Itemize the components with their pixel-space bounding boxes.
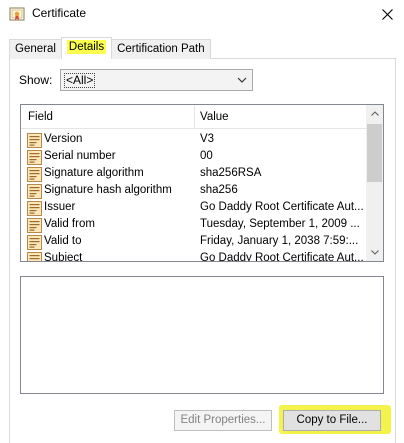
list-rows: Version V3 Serial number 00 Signature algori…: [21, 132, 366, 262]
list-item[interactable]: Valid from Tuesday, September 1, 2009 ...: [21, 217, 366, 234]
certificate-field-icon: [27, 235, 42, 250]
field-value: sha256: [200, 184, 238, 196]
field-name: Subject: [44, 252, 83, 262]
tab-general[interactable]: General: [9, 39, 62, 59]
edit-properties-button[interactable]: Edit Properties...: [174, 410, 272, 431]
list-item[interactable]: Signature algorithm sha256RSA: [21, 166, 366, 183]
chevron-down-icon: [237, 77, 247, 83]
list-item[interactable]: Valid to Friday, January 1, 2038 7:59:...: [21, 234, 366, 251]
chevron-up-icon: [370, 111, 379, 116]
certificate-field-icon: [27, 184, 42, 199]
certificate-field-icon: [27, 167, 42, 182]
tab-details[interactable]: Details: [60, 37, 113, 59]
vertical-scrollbar[interactable]: [366, 105, 383, 261]
list-item[interactable]: Serial number 00: [21, 149, 366, 166]
scroll-down-button[interactable]: [366, 244, 383, 261]
field-name: Valid to: [44, 235, 82, 247]
list-item[interactable]: Issuer Go Daddy Root Certificate Aut...: [21, 200, 366, 217]
field-value: sha256RSA: [200, 167, 262, 179]
certificate-icon: [9, 6, 25, 22]
field-value: Friday, January 1, 2038 7:59:...: [200, 235, 359, 247]
field-name: Version: [44, 133, 83, 145]
tab-label: Certification Path: [117, 43, 205, 55]
field-name: Signature algorithm: [44, 167, 144, 179]
field-name: Issuer: [44, 201, 76, 213]
window-title: Certificate: [32, 6, 87, 20]
tab-certification-path[interactable]: Certification Path: [111, 39, 211, 59]
certificate-field-icon: [27, 201, 42, 216]
certificate-field-icon: [27, 133, 42, 148]
field-name: Signature hash algorithm: [44, 184, 172, 196]
scrollbar-thumb[interactable]: [367, 124, 382, 182]
field-name: Valid from: [44, 218, 95, 230]
tab-label: General: [15, 43, 56, 55]
list-item[interactable]: Subject Go Daddy Root Certificate Aut...: [21, 251, 366, 262]
tab-label: Details: [66, 40, 107, 54]
field-name: Serial number: [44, 150, 116, 162]
list-header: Field Value: [21, 105, 366, 129]
field-value: V3: [200, 133, 215, 145]
title-bar: Certificate: [0, 0, 404, 30]
certificate-field-icon: [27, 150, 42, 165]
show-dropdown[interactable]: <All>: [60, 69, 253, 91]
field-detail-box[interactable]: [20, 276, 384, 394]
certificate-fields-list[interactable]: Field Value Version V3 Serial number 00 Sign…: [20, 104, 384, 262]
show-selected-value: <All>: [64, 73, 96, 88]
chevron-down-icon: [370, 250, 379, 255]
certificate-field-icon: [27, 252, 42, 261]
close-icon: [381, 8, 393, 20]
close-button[interactable]: [370, 0, 404, 28]
field-value: Go Daddy Root Certificate Aut...: [200, 201, 364, 213]
copy-to-file-button[interactable]: Copy to File...: [283, 410, 381, 431]
certificate-field-icon: [27, 218, 42, 233]
field-value: Tuesday, September 1, 2009 ...: [200, 218, 360, 230]
field-value: Go Daddy Root Certificate Aut...: [200, 252, 364, 262]
tab-strip: General Details Certification Path: [9, 37, 211, 59]
list-item[interactable]: Signature hash algorithm sha256: [21, 183, 366, 200]
column-header-value[interactable]: Value: [200, 111, 229, 123]
field-value: 00: [200, 150, 213, 162]
list-item[interactable]: Version V3: [21, 132, 366, 149]
column-header-field[interactable]: Field: [28, 111, 53, 123]
scroll-up-button[interactable]: [366, 105, 383, 122]
show-label: Show:: [19, 73, 53, 87]
column-divider[interactable]: [194, 105, 195, 129]
